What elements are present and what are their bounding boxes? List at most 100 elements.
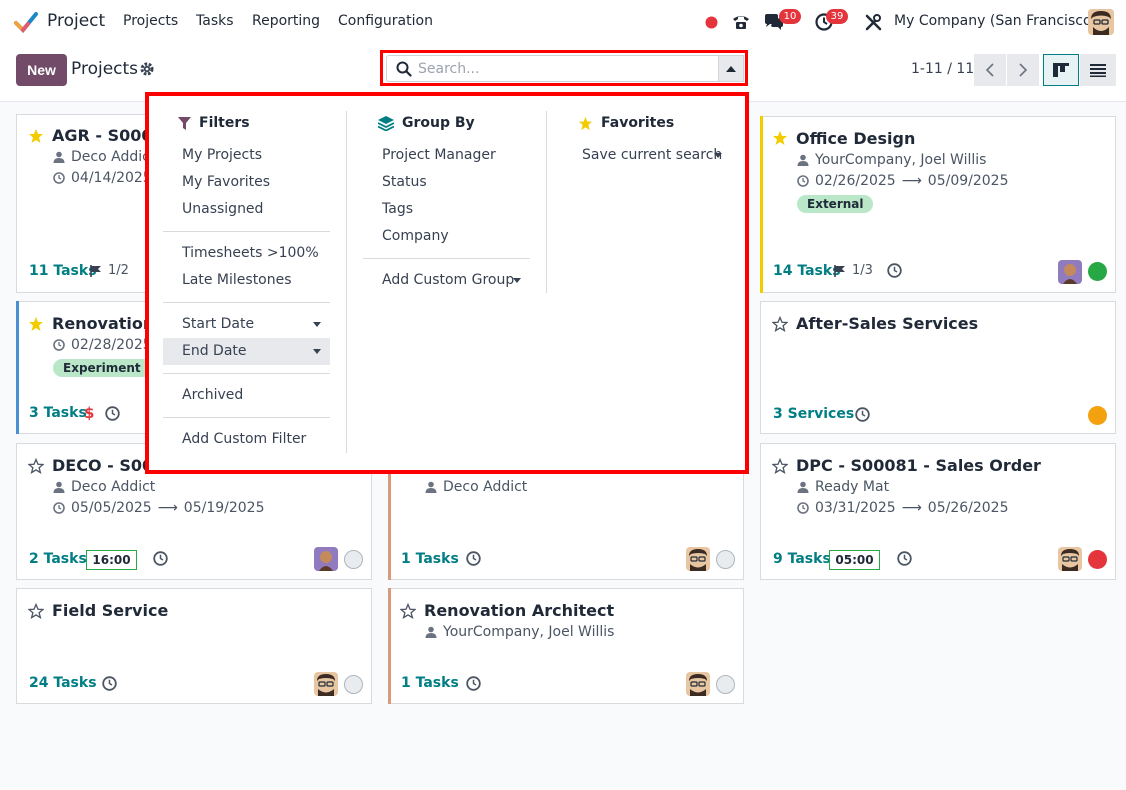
avatar[interactable] [314,672,338,696]
project-customer: Ready Mat [797,479,889,495]
group-tags[interactable]: Tags [382,201,413,217]
activity-clock-icon[interactable] [466,551,481,566]
user-avatar[interactable] [1088,9,1114,35]
milestone-indicator: 1/2 [90,263,129,278]
favorite-star-icon[interactable] [28,603,44,619]
date-arrow: ⟶ [901,173,922,189]
menu-tasks[interactable]: Tasks [196,13,234,29]
color-stripe [388,588,391,704]
pager-next-button[interactable] [1007,54,1039,86]
tasks-link[interactable]: 3 Services [773,406,854,422]
tasks-link[interactable]: 9 Tasks [773,551,831,567]
status-dot[interactable] [1088,406,1107,425]
favorite-star-icon[interactable] [772,316,788,332]
activity-clock-icon[interactable] [153,551,168,566]
customer-name: Deco Addict [443,479,528,495]
project-card[interactable]: DPC - S00081 - Sales Order Ready Mat 03/… [760,443,1116,580]
tasks-link[interactable]: 14 Tasks [773,263,841,279]
allocated-hours-badge: 16:00 [86,550,137,570]
end-date: 05/09/2025 [927,173,1009,189]
tools-icon[interactable] [861,10,885,34]
status-dot[interactable] [716,675,735,694]
favorites-heading: Favorites [578,115,674,131]
phone-icon[interactable] [729,10,753,34]
tasks-link[interactable]: 3 Tasks [29,405,87,421]
avatar[interactable] [1058,260,1082,284]
caret-up-icon [726,65,736,72]
tasks-link[interactable]: 2 Tasks [29,551,87,567]
avatar[interactable] [314,547,338,571]
menu-reporting[interactable]: Reporting [252,13,320,29]
separator [163,302,330,303]
project-app-icon[interactable] [14,11,38,33]
list-view-button[interactable] [1080,54,1116,86]
activity-clock-icon[interactable] [105,406,120,421]
record-icon[interactable] [699,10,723,34]
gear-icon[interactable] [139,61,155,77]
filter-unassigned[interactable]: Unassigned [182,201,263,217]
company-switcher[interactable]: My Company (San Francisco) [894,13,1097,29]
activity-clock-icon[interactable] [897,551,912,566]
project-customer: Deco Addict [53,479,155,495]
filter-timesheets[interactable]: Timesheets >100% [182,245,319,261]
tasks-link[interactable]: 1 Tasks [401,551,459,567]
project-card[interactable]: Renovation Architect YourCompany, Joel W… [388,588,744,704]
add-custom-filter[interactable]: Add Custom Filter [182,431,306,447]
status-dot[interactable] [344,675,363,694]
group-project-manager[interactable]: Project Manager [382,147,496,163]
chevron-right-icon [1019,63,1028,77]
project-dates: 05/05/2025 ⟶ 05/19/2025 [53,500,264,516]
favorite-star-icon[interactable] [28,128,44,144]
column-divider [546,111,547,293]
tasks-link[interactable]: 11 Tasks [29,263,97,279]
activity-clock-icon[interactable] [855,407,870,422]
project-card[interactable]: After-Sales Services 3 Services [760,301,1116,434]
pager-value[interactable]: 1-11 / 11 [911,61,974,77]
new-button[interactable]: New [16,54,67,86]
status-dot[interactable] [716,550,735,569]
add-custom-group[interactable]: Add Custom Group [382,272,514,288]
filter-end-date[interactable]: End Date [182,343,247,359]
status-dot[interactable] [1088,550,1107,569]
tasks-link[interactable]: 1 Tasks [401,675,459,691]
status-dot[interactable] [344,550,363,569]
start-date: 02/28/2025 [71,337,152,353]
filter-my-favorites[interactable]: My Favorites [182,174,270,190]
pager-previous-button[interactable] [974,54,1006,86]
favorite-star-icon[interactable] [772,458,788,474]
search-input[interactable] [418,59,708,79]
activity-clock-icon[interactable] [102,676,117,691]
breadcrumb: Projects [71,59,139,79]
favorite-star-icon[interactable] [772,130,788,146]
filter-start-date[interactable]: Start Date [182,316,254,332]
tasks-link[interactable]: 24 Tasks [29,675,97,691]
status-dot[interactable] [1088,262,1107,281]
dollar-icon[interactable]: $ [84,404,94,422]
search-panel-toggle[interactable] [718,55,744,82]
avatar[interactable] [686,547,710,571]
favorite-star-icon[interactable] [28,316,44,332]
menu-projects[interactable]: Projects [123,13,178,29]
avatar[interactable] [686,672,710,696]
tag-badge: External [797,195,874,213]
favorite-star-icon[interactable] [28,458,44,474]
menu-configuration[interactable]: Configuration [338,13,433,29]
filter-archived[interactable]: Archived [182,387,243,403]
kanban-view-button[interactable] [1043,54,1079,86]
customer-name: Ready Mat [815,479,890,495]
group-status[interactable]: Status [382,174,427,190]
filter-late-milestones[interactable]: Late Milestones [182,272,292,288]
activity-clock-icon[interactable] [887,263,902,278]
project-card[interactable]: Field Service 24 Tasks [16,588,372,704]
group-company[interactable]: Company [382,228,449,244]
clock-icon [53,339,65,351]
app-name[interactable]: Project [47,11,105,31]
project-card[interactable]: Office Design YourCompany, Joel Willis 0… [760,116,1116,293]
activity-clock-icon[interactable] [466,676,481,691]
filter-my-projects[interactable]: My Projects [182,147,262,163]
avatar[interactable] [1058,547,1082,571]
favorite-star-icon[interactable] [400,603,416,619]
customer-name: YourCompany, Joel Willis [443,624,615,640]
save-current-search[interactable]: Save current search [582,147,722,163]
project-title: DPC - S00081 - Sales Order [796,456,1041,475]
